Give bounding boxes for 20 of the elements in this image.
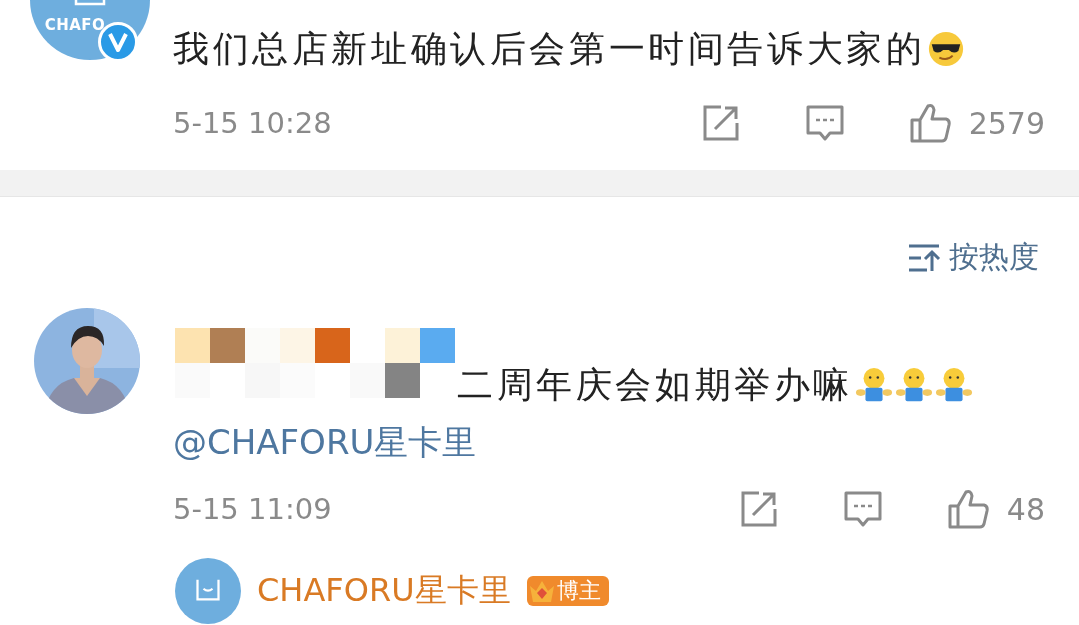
comment-icon[interactable] bbox=[804, 103, 845, 143]
comment-icon[interactable] bbox=[842, 489, 883, 529]
reply-author[interactable]: CHAFORU星卡里 bbox=[257, 569, 511, 613]
timestamp: 5-15 11:09 bbox=[173, 492, 332, 526]
sunglasses-emoji-icon bbox=[927, 30, 966, 68]
blogger-badge: 博主 bbox=[526, 576, 609, 606]
thumbs-up-icon[interactable] bbox=[908, 102, 951, 144]
hugging-figure-icon bbox=[935, 366, 973, 404]
like-count: 2579 bbox=[968, 105, 1045, 141]
like-count: 48 bbox=[1006, 491, 1045, 527]
hugging-figure-icon bbox=[895, 366, 933, 404]
comment-text: 我们总店新址确认后会第一时间告诉大家的 bbox=[173, 26, 926, 71]
sort-icon bbox=[907, 242, 941, 273]
thumbs-up-icon[interactable] bbox=[946, 488, 989, 530]
comment-text: 二周年庆会如期举办嘛 bbox=[457, 362, 853, 407]
sort-button[interactable]: 按热度 bbox=[907, 237, 1039, 278]
mention-link[interactable]: @CHAFORU星卡里 bbox=[173, 420, 477, 466]
timestamp: 5-15 10:28 bbox=[173, 106, 332, 140]
hugging-figure-icon bbox=[855, 366, 893, 404]
avatar-logo-text: CHAFO bbox=[44, 16, 106, 34]
